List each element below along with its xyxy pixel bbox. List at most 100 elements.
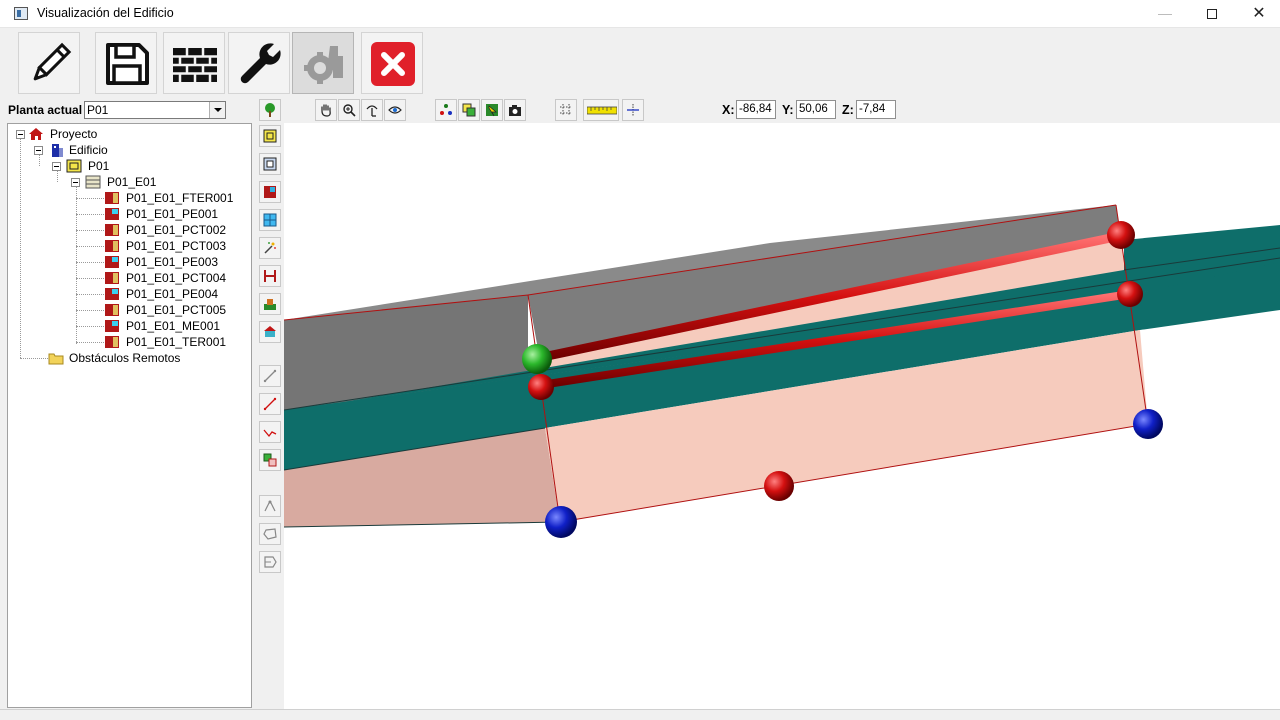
magic-wand-icon bbox=[264, 242, 276, 254]
tree-label-element: P01_E01_PE004 bbox=[126, 287, 219, 301]
polygon-tool[interactable] bbox=[259, 523, 281, 545]
minimize-button[interactable]: — bbox=[1142, 0, 1188, 28]
polyline-icon bbox=[263, 429, 277, 438]
pencil-icon bbox=[33, 42, 72, 81]
tree-label-element: P01_E01_PE003 bbox=[126, 255, 219, 269]
project-tree[interactable]: Proyecto Edificio P01 P01_E01 P01_E01_FT… bbox=[7, 123, 252, 708]
building-icon bbox=[52, 144, 63, 157]
coord-z-field[interactable]: -7,84 bbox=[856, 100, 896, 119]
disabled-tool-button[interactable] bbox=[292, 32, 354, 94]
element-icon bbox=[105, 336, 119, 348]
tree-label-space: P01_E01 bbox=[107, 175, 157, 189]
space-icon bbox=[263, 157, 277, 171]
edit-button[interactable] bbox=[18, 32, 80, 94]
zoom-tool[interactable] bbox=[338, 99, 360, 121]
floor-icon bbox=[66, 159, 82, 173]
points-tool[interactable] bbox=[435, 99, 457, 121]
coord-z-label: Z: bbox=[842, 103, 854, 117]
element-icon bbox=[105, 208, 119, 220]
view-tool[interactable] bbox=[384, 99, 406, 121]
ground-icon bbox=[264, 299, 276, 310]
polyline-tool[interactable] bbox=[259, 421, 281, 443]
rotate-icon bbox=[366, 105, 378, 117]
wall-icon bbox=[264, 186, 276, 198]
collapse-icon[interactable] bbox=[71, 178, 80, 187]
tree-item-edificio[interactable]: Edificio bbox=[8, 142, 248, 158]
tree-item-space-p01-e01[interactable]: P01_E01 bbox=[8, 174, 248, 190]
roof-icon bbox=[264, 326, 276, 337]
rotate-tool[interactable] bbox=[361, 99, 383, 121]
line-red-tool[interactable] bbox=[259, 393, 281, 415]
layers-tool[interactable] bbox=[458, 99, 480, 121]
tree-label-edificio: Edificio bbox=[69, 143, 108, 157]
house-icon bbox=[29, 128, 43, 140]
grid-icon bbox=[560, 104, 572, 116]
collapse-icon[interactable] bbox=[34, 146, 43, 155]
beam-tool[interactable] bbox=[259, 265, 281, 287]
ground-tool[interactable] bbox=[259, 293, 281, 315]
app-window: Visualización del Edificio — ✕ Planta ac… bbox=[0, 0, 1280, 720]
chevron-down-icon[interactable] bbox=[209, 102, 225, 118]
shape-edit-tool[interactable] bbox=[259, 551, 281, 573]
tree-label-element: P01_E01_PE001 bbox=[126, 207, 219, 221]
tree-label-element: P01_E01_FTER001 bbox=[126, 191, 234, 205]
select-tool[interactable] bbox=[481, 99, 503, 121]
node-blue bbox=[545, 506, 577, 538]
node-red bbox=[528, 374, 554, 400]
magic-tool[interactable] bbox=[259, 237, 281, 259]
window-title: Visualización del Edificio bbox=[37, 6, 174, 20]
main-toolbar bbox=[0, 29, 1280, 97]
element-icon bbox=[105, 288, 119, 300]
grid-tool[interactable] bbox=[555, 99, 577, 121]
floor-select-value: P01 bbox=[87, 103, 109, 117]
tree-item-proyecto[interactable]: Proyecto bbox=[8, 126, 248, 142]
node-red bbox=[1117, 281, 1143, 307]
close-x-icon bbox=[371, 42, 415, 86]
floor-tool[interactable] bbox=[259, 125, 281, 147]
collapse-icon[interactable] bbox=[52, 162, 61, 171]
compass-tool[interactable] bbox=[259, 495, 281, 517]
element-icon bbox=[105, 272, 119, 284]
roof-tool[interactable] bbox=[259, 321, 281, 343]
ruler-tool[interactable] bbox=[583, 99, 619, 121]
coord-y-field[interactable]: 50,06 bbox=[796, 100, 836, 119]
camera-tool[interactable] bbox=[504, 99, 526, 121]
tree-label-element: P01_E01_PCT005 bbox=[126, 303, 227, 317]
maximize-button[interactable] bbox=[1189, 0, 1235, 28]
line-tool[interactable] bbox=[259, 365, 281, 387]
floppy-disk-icon bbox=[106, 43, 149, 85]
element-icon bbox=[105, 192, 119, 204]
vertical-toolbar bbox=[258, 97, 283, 709]
walls-button[interactable] bbox=[163, 32, 225, 94]
folder-icon bbox=[48, 353, 64, 365]
window-tool[interactable] bbox=[259, 209, 281, 231]
save-button[interactable] bbox=[95, 32, 157, 94]
floor-select[interactable]: P01 bbox=[84, 101, 226, 119]
tree-label-remote: Obstáculos Remotos bbox=[69, 351, 181, 365]
tree-label-element: P01_E01_TER001 bbox=[126, 335, 227, 349]
tree-item-floor-p01[interactable]: P01 bbox=[8, 158, 248, 174]
copy-tool[interactable] bbox=[259, 449, 281, 471]
node-red bbox=[1107, 221, 1135, 249]
crosshair-tool[interactable] bbox=[622, 99, 644, 121]
close-button[interactable] bbox=[361, 32, 423, 94]
space-icon bbox=[85, 175, 101, 189]
wall-tool[interactable] bbox=[259, 181, 281, 203]
node-green bbox=[522, 344, 552, 374]
element-icon bbox=[105, 304, 119, 316]
element-icon bbox=[105, 256, 119, 268]
settings-button[interactable] bbox=[228, 32, 290, 94]
pan-tool[interactable] bbox=[315, 99, 337, 121]
space-tool[interactable] bbox=[259, 153, 281, 175]
select-icon bbox=[486, 104, 498, 117]
tree-view-tool[interactable] bbox=[259, 99, 281, 121]
element-icon bbox=[105, 240, 119, 252]
collapse-icon[interactable] bbox=[16, 130, 25, 139]
line-gray-icon bbox=[263, 369, 277, 383]
coord-x-field[interactable]: -86,84 bbox=[736, 100, 776, 119]
tree-label-element: P01_E01_PCT003 bbox=[126, 239, 227, 253]
copy-shapes-icon bbox=[263, 453, 277, 467]
close-window-button[interactable]: ✕ bbox=[1236, 0, 1280, 28]
beam-icon bbox=[264, 270, 276, 282]
3d-viewport[interactable] bbox=[284, 123, 1280, 709]
